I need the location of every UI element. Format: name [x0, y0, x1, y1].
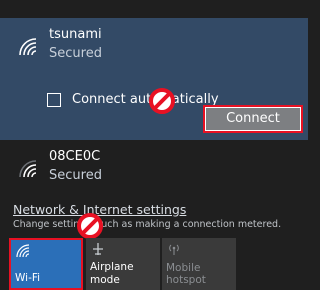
connect-button[interactable]: Connect: [203, 105, 303, 133]
connect-automatically-label: Connect automatically: [72, 92, 219, 107]
network-flyout: tsunami Secured Connect automatically Co…: [0, 0, 308, 290]
tile-label-line2: hotspot: [166, 274, 206, 286]
network-security-status: Secured: [49, 46, 102, 61]
tile-label: Airplane mode: [90, 261, 134, 286]
network-row-tsunami[interactable]: tsunami Secured: [0, 26, 308, 68]
network-security-status: Secured: [49, 168, 102, 183]
wifi-signal-icon: [17, 158, 39, 180]
prohibited-icon: [148, 87, 175, 114]
tile-label: Wi-Fi: [15, 272, 41, 284]
quick-actions: Wi-Fi Airplane mode Mobile hotspot: [0, 238, 308, 290]
prohibited-icon: [76, 212, 103, 239]
hotspot-icon: [167, 241, 181, 260]
network-row-08ce0c[interactable]: 08CE0C Secured: [0, 148, 308, 190]
settings-description: Change settings, such as making a connec…: [13, 219, 282, 230]
airplane-icon: [91, 241, 105, 260]
network-ssid: 08CE0C: [49, 149, 101, 164]
wifi-toggle-tile[interactable]: Wi-Fi: [9, 238, 83, 290]
wifi-icon: [16, 243, 32, 262]
connect-automatically-checkbox[interactable]: [47, 93, 61, 107]
airplane-mode-tile[interactable]: Airplane mode: [86, 238, 160, 290]
mobile-hotspot-tile[interactable]: Mobile hotspot: [162, 238, 236, 290]
wifi-signal-icon: [17, 36, 39, 58]
network-ssid: tsunami: [49, 27, 102, 42]
